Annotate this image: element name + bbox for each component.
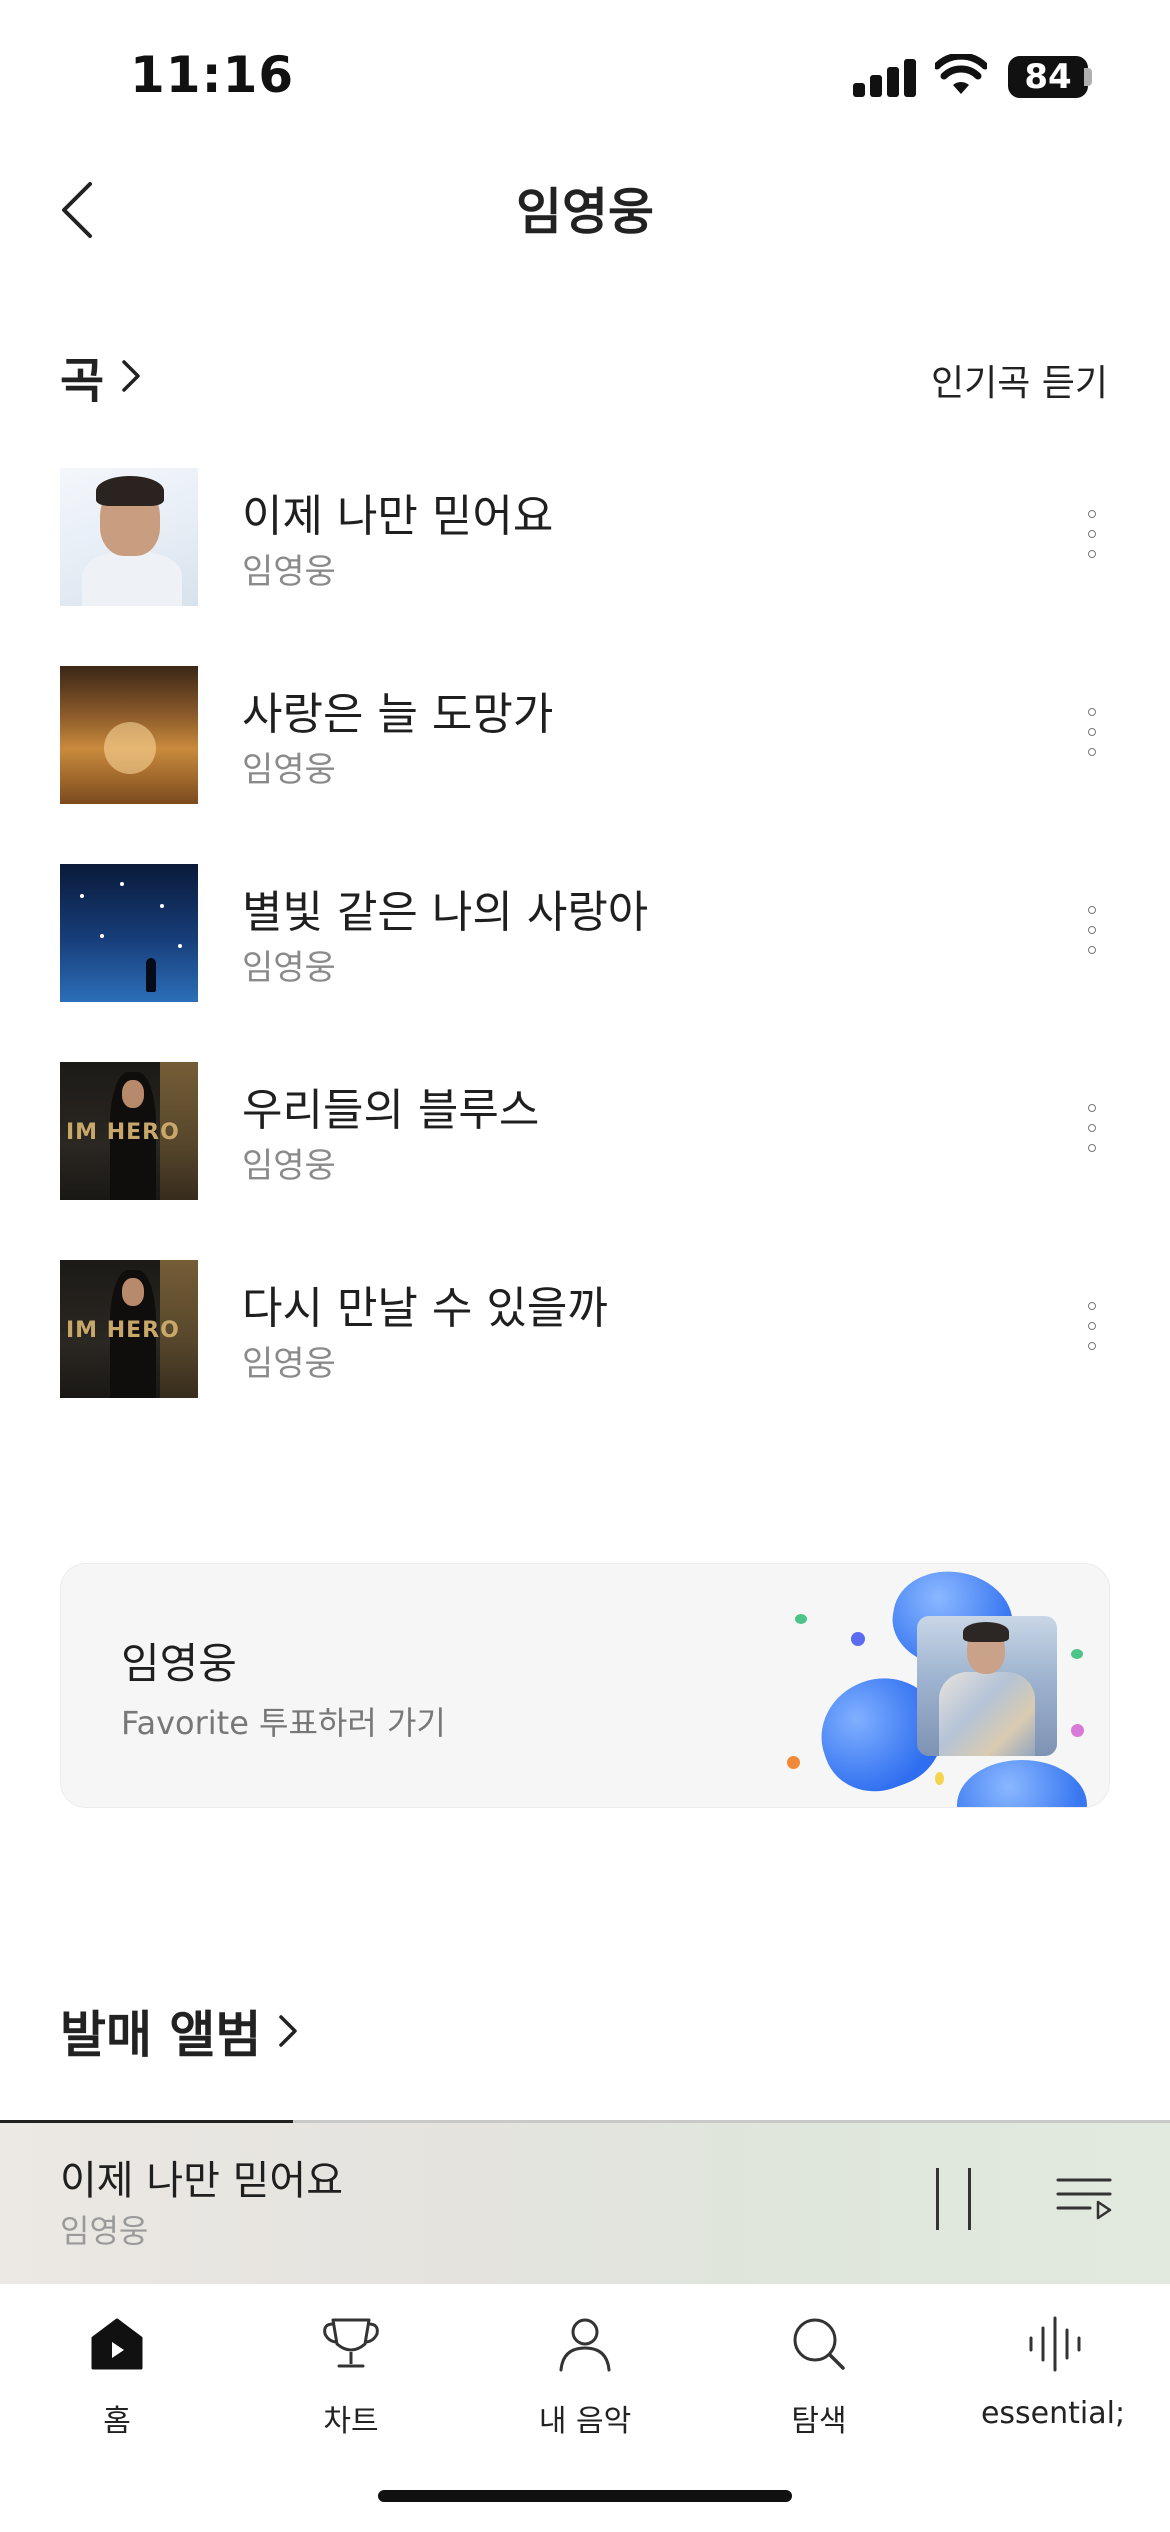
song-row[interactable]: 사랑은 늘 도망가 임영웅: [60, 664, 1110, 862]
more-options-icon[interactable]: [1078, 508, 1106, 564]
status-time: 11:16: [130, 46, 295, 104]
song-artist: 임영웅: [242, 1146, 336, 1186]
tab-chart[interactable]: 차트: [234, 2304, 468, 2444]
tab-my-music[interactable]: 내 음악: [468, 2304, 702, 2444]
chevron-right-icon: [122, 360, 140, 392]
album-art: [60, 864, 198, 1002]
wifi-icon: [935, 54, 987, 94]
song-title: 다시 만날 수 있을까: [242, 1283, 608, 1334]
song-row[interactable]: IM HERO 다시 만날 수 있을까 임영웅: [60, 1258, 1110, 1456]
song-row[interactable]: 이제 나만 믿어요 임영웅: [60, 466, 1110, 664]
song-title: 우리들의 블루스: [242, 1085, 540, 1136]
album-art: IM HERO: [60, 1260, 198, 1398]
person-icon: [559, 2318, 611, 2372]
artist-photo: [917, 1616, 1057, 1756]
more-options-icon[interactable]: [1078, 904, 1106, 960]
tab-search[interactable]: 탐색: [702, 2304, 936, 2444]
song-artist: 임영웅: [242, 552, 336, 592]
heart-icon: [957, 1760, 1087, 1807]
tab-label: essential;: [980, 2396, 1126, 2431]
song-title: 사랑은 늘 도망가: [242, 689, 554, 740]
playlist-queue-icon[interactable]: [1054, 2168, 1114, 2228]
song-row[interactable]: 별빛 같은 나의 사랑아 임영웅: [60, 862, 1110, 1060]
song-title: 별빛 같은 나의 사랑아: [242, 887, 649, 938]
more-options-icon[interactable]: [1078, 1102, 1106, 1158]
cellular-signal-icon: [853, 57, 917, 97]
more-options-icon[interactable]: [1078, 1300, 1106, 1356]
album-art: [60, 666, 198, 804]
tab-label: 탐색: [791, 2404, 847, 2439]
tab-label: 차트: [323, 2404, 379, 2439]
album-art: [60, 468, 198, 606]
page-title: 임영웅: [516, 183, 654, 241]
albums-section-header[interactable]: 발매 앨범: [60, 1996, 303, 2066]
song-artist: 임영웅: [242, 1344, 336, 1384]
album-art-logo: IM HERO: [66, 1120, 180, 1145]
song-list: 이제 나만 믿어요 임영웅 사랑은 늘 도망가 임영웅 별빛 같은 나의 사랑아…: [60, 466, 1110, 1456]
songs-section-header[interactable]: 곡: [60, 346, 146, 409]
pause-button[interactable]: [928, 2164, 980, 2234]
favorite-vote-link: Favorite 투표하러 가기: [121, 1704, 446, 1742]
status-bar: 11:16 84: [0, 0, 1170, 150]
playback-progress-fill: [0, 2120, 293, 2123]
albums-section-title: 발매 앨범: [60, 2006, 262, 2064]
tab-label: 홈: [103, 2404, 131, 2439]
battery-indicator: 84: [1008, 56, 1088, 98]
now-playing-artist: 임영웅: [60, 2212, 149, 2250]
more-options-icon[interactable]: [1078, 706, 1106, 762]
mini-player[interactable]: 이제 나만 믿어요 임영웅: [0, 2120, 1170, 2284]
album-art: IM HERO: [60, 1062, 198, 1200]
tab-label: 내 음악: [538, 2404, 632, 2439]
album-art-logo: IM HERO: [66, 1318, 180, 1343]
favorite-vote-card[interactable]: 임영웅 Favorite 투표하러 가기: [60, 1563, 1110, 1808]
songs-section-title: 곡: [60, 353, 105, 409]
song-title: 이제 나만 믿어요: [242, 491, 554, 542]
home-play-icon: [91, 2318, 143, 2370]
home-indicator: [378, 2490, 792, 2502]
song-artist: 임영웅: [242, 948, 336, 988]
chevron-right-icon: [279, 2015, 298, 2047]
playback-progress: [0, 2120, 1170, 2123]
favorite-artist-name: 임영웅: [121, 1639, 237, 1688]
waveform-icon: [1029, 2316, 1081, 2372]
song-row[interactable]: IM HERO 우리들의 블루스 임영웅: [60, 1060, 1110, 1258]
now-playing-title: 이제 나만 믿어요: [60, 2158, 344, 2204]
tab-home[interactable]: 홈: [0, 2304, 234, 2444]
play-popular-button[interactable]: 인기곡 듣기: [931, 354, 1108, 406]
tab-essential[interactable]: essential;: [936, 2304, 1170, 2444]
song-artist: 임영웅: [242, 750, 336, 790]
trophy-icon: [323, 2318, 379, 2368]
search-icon: [793, 2318, 845, 2370]
battery-cap: [1084, 68, 1092, 86]
